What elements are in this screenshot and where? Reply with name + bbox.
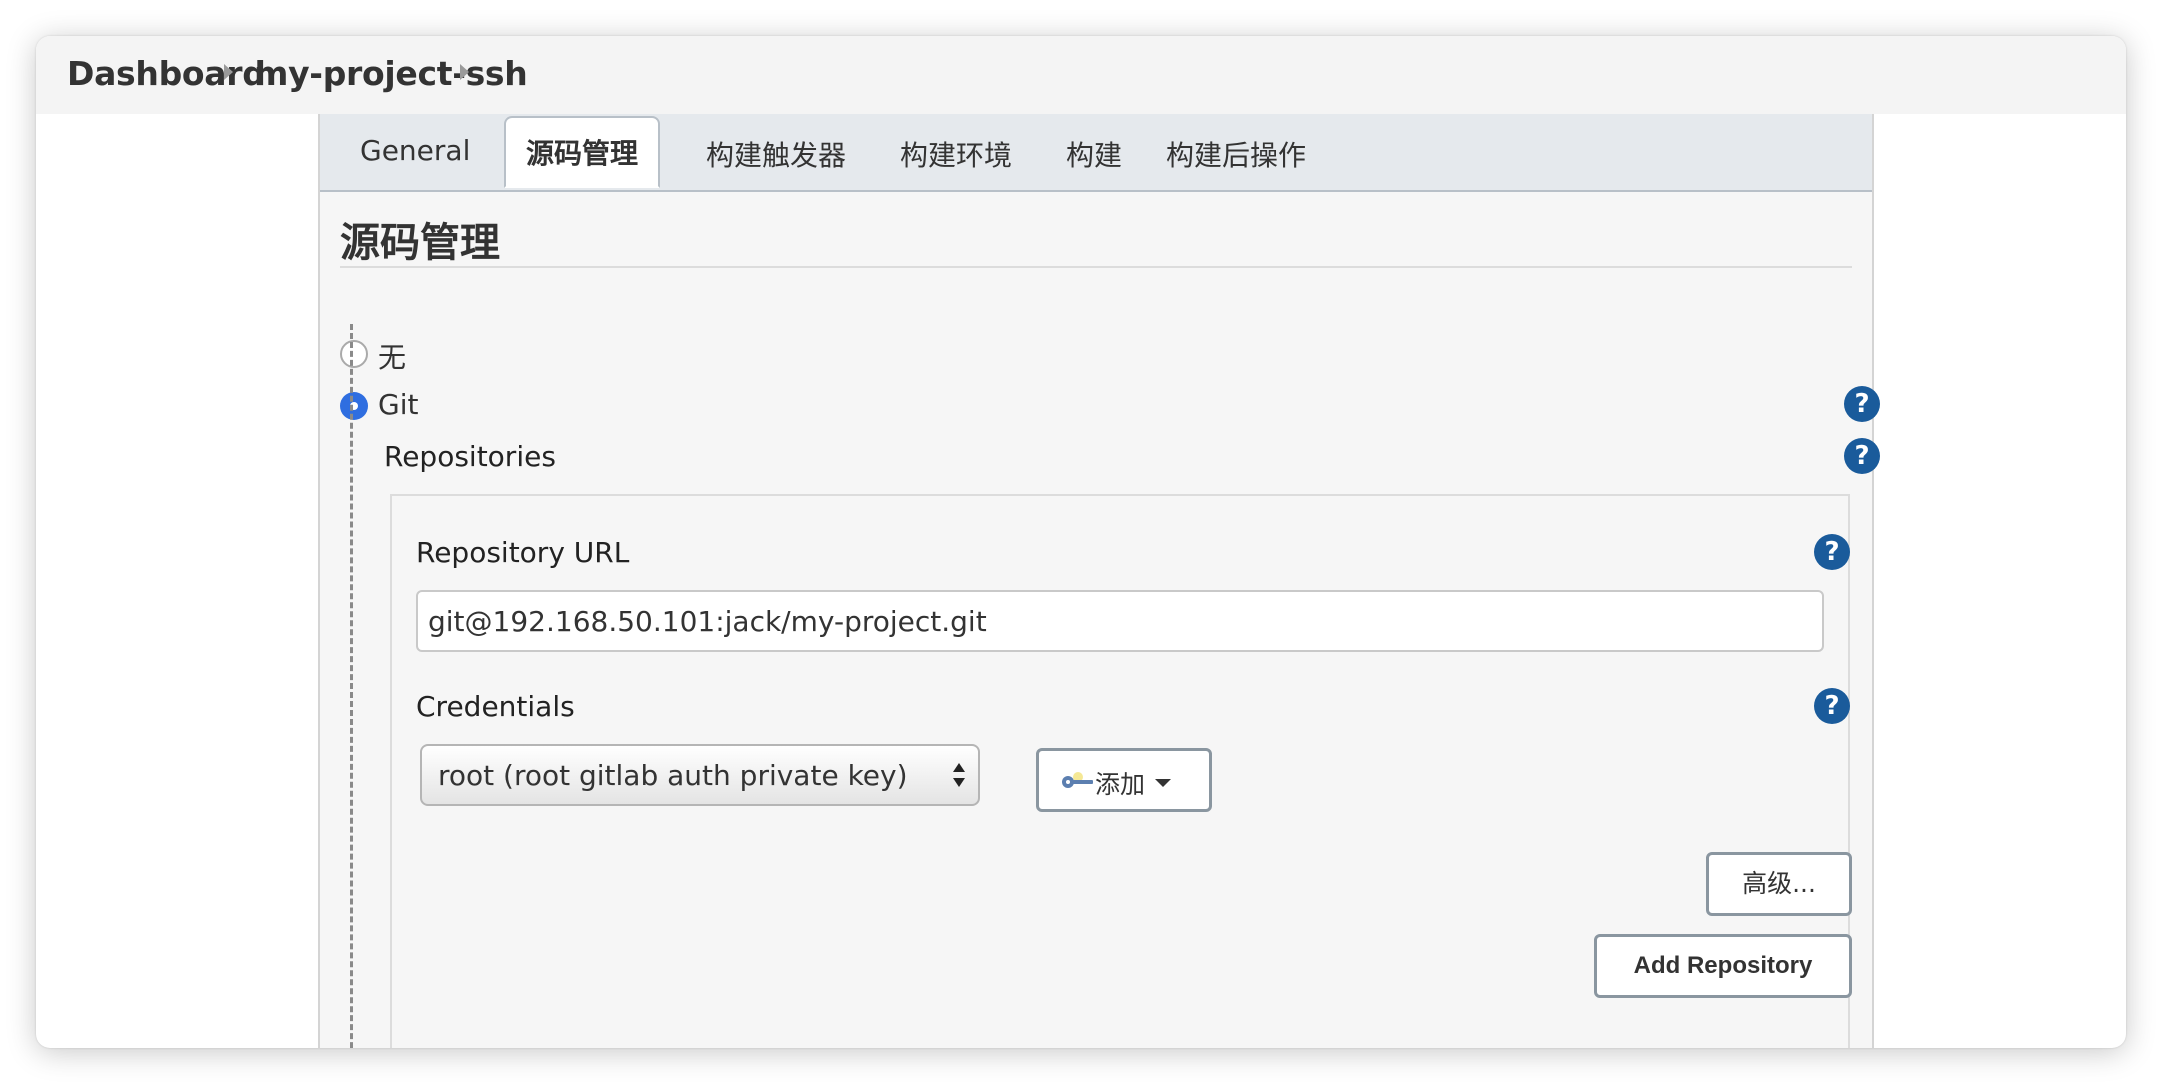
- tab-build[interactable]: 构建: [1066, 134, 1122, 174]
- credentials-label: Credentials: [416, 690, 575, 723]
- git-section-indent-line: [350, 324, 353, 1048]
- chevron-right-icon[interactable]: [460, 64, 469, 80]
- help-icon[interactable]: ?: [1814, 534, 1850, 570]
- help-icon[interactable]: ?: [1844, 386, 1880, 422]
- breadcrumb-dashboard[interactable]: Dashboard: [67, 54, 266, 93]
- select-arrows-icon: [953, 763, 965, 787]
- caret-down-icon: [1155, 779, 1171, 787]
- help-icon[interactable]: ?: [1814, 688, 1850, 724]
- chevron-right-icon[interactable]: [224, 64, 233, 80]
- tab-source-code-management[interactable]: 源码管理: [504, 116, 661, 188]
- app-window: Dashboard my-project-ssh General 源码管理 构建…: [36, 36, 2126, 1048]
- repositories-label: Repositories: [384, 440, 556, 473]
- repository-url-input[interactable]: [416, 590, 1824, 652]
- add-repository-button[interactable]: Add Repository: [1594, 934, 1852, 998]
- section-title: 源码管理: [340, 220, 500, 266]
- help-icon[interactable]: ?: [1844, 438, 1880, 474]
- radio-git[interactable]: [340, 392, 368, 420]
- tab-strip: General 源码管理 构建触发器 构建环境 构建 构建后操作: [320, 114, 1872, 192]
- credentials-select[interactable]: root (root gitlab auth private key): [420, 744, 980, 806]
- breadcrumb: Dashboard my-project-ssh: [36, 36, 2126, 114]
- radio-none[interactable]: [340, 340, 368, 368]
- tab-build-triggers[interactable]: 构建触发器: [706, 134, 846, 174]
- tab-build-environment[interactable]: 构建环境: [900, 134, 1012, 174]
- add-credentials-label: 添加: [1095, 770, 1146, 799]
- tab-post-build-actions[interactable]: 构建后操作: [1166, 134, 1306, 174]
- tab-general[interactable]: General: [360, 134, 470, 167]
- credentials-selected-value: root (root gitlab auth private key): [438, 759, 908, 792]
- radio-none-label: 无: [378, 341, 407, 374]
- advanced-button[interactable]: 高级...: [1706, 852, 1852, 916]
- repository-url-label: Repository URL: [416, 536, 630, 569]
- breadcrumb-project[interactable]: my-project-ssh: [254, 54, 528, 93]
- add-credentials-button[interactable]: 添加: [1036, 748, 1212, 812]
- radio-git-label: Git: [378, 388, 419, 421]
- config-panel: General 源码管理 构建触发器 构建环境 构建 构建后操作 源码管理 无 …: [318, 114, 1880, 1048]
- key-icon: [1062, 772, 1093, 788]
- section-divider: [340, 266, 1852, 268]
